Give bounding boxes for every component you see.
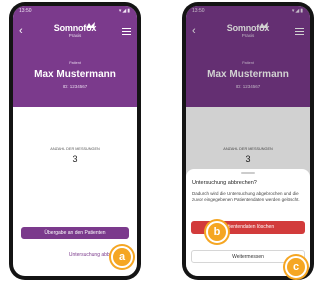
sheet-handle[interactable] (241, 172, 255, 174)
measurement-count-label: ANZAHL DER MESSUNGEN (50, 147, 100, 151)
app-logo: Somnofox Praxis (13, 23, 137, 38)
phone-frame-right: 13:50 ▾◢▮ ‹ Somnofox Praxis Patient Max … (182, 2, 314, 280)
measurement-count-value: 3 (72, 154, 78, 164)
phone-frame-left: 13:50 ▾◢▮ ‹ Somnofox Praxis Patient Max … (9, 2, 141, 280)
menu-icon[interactable] (122, 28, 131, 35)
screen-main: 13:50 ▾◢▮ ‹ Somnofox Praxis Patient Max … (13, 6, 137, 276)
screen-dialog: 13:50 ▾◢▮ ‹ Somnofox Praxis Patient Max … (186, 6, 310, 276)
patient-id: ID: 1234567 (62, 84, 88, 89)
status-bar: 13:50 ▾◢▮ (19, 8, 131, 16)
dialog-text: Dadurch wird die Untersuchung abgebroche… (192, 191, 300, 202)
signal-battery-icon: ▾◢▮ (118, 8, 131, 14)
handover-button[interactable]: Übergabe an den Patienten (21, 227, 129, 239)
patient-label: Patient (69, 61, 81, 65)
fox-ears-icon (86, 22, 95, 28)
callout-marker-a: a (111, 246, 133, 268)
status-time: 13:50 (19, 8, 32, 14)
app-header: 13:50 ▾◢▮ ‹ Somnofox Praxis Patient Max … (13, 6, 137, 107)
callout-marker-c: c (285, 256, 307, 278)
logo-subtitle: Praxis (68, 33, 82, 38)
logo-name: Somnofox (53, 23, 97, 33)
dialog-title: Untersuchung abbrechen? (192, 180, 257, 186)
patient-name: Max Mustermann (34, 69, 116, 80)
callout-marker-b: b (206, 221, 228, 243)
